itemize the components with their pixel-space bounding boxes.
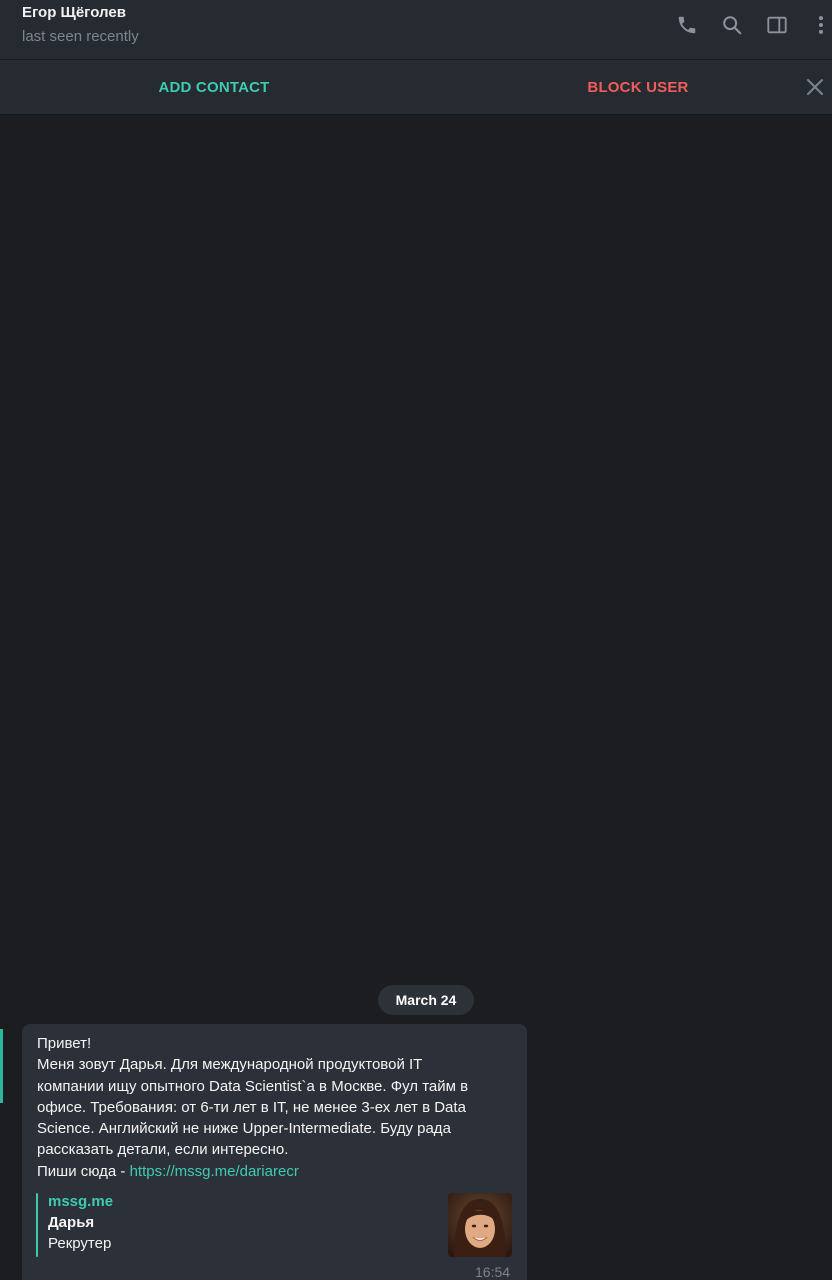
link-preview-description: Рекрутер xyxy=(48,1235,112,1252)
block-user-button[interactable]: BLOCK USER xyxy=(428,60,832,114)
peer-status: last seen recently xyxy=(22,28,139,45)
message-bubble[interactable]: Привет! Меня зовут Дарья. Для международ… xyxy=(22,1024,527,1280)
link-preview-accent-bar xyxy=(36,1193,38,1257)
message-highlight-bar xyxy=(0,1029,3,1103)
link-preview-avatar[interactable] xyxy=(448,1193,512,1257)
add-contact-button[interactable]: ADD CONTACT xyxy=(0,60,428,114)
link-preview[interactable]: mssg.me Дарья Рекрутер xyxy=(36,1193,512,1257)
phone-icon[interactable] xyxy=(674,12,700,38)
peer-action-bar: ADD CONTACT BLOCK USER xyxy=(0,60,832,115)
date-separator: March 24 xyxy=(378,985,474,1015)
message-body: Меня зовут Дарья. Для международной прод… xyxy=(37,1056,469,1159)
close-icon[interactable] xyxy=(802,74,828,100)
telegram-chat-window: Егор Щёголев last seen recently ADD CONT… xyxy=(0,0,832,1280)
chat-header: Егор Щёголев last seen recently xyxy=(0,0,832,60)
peer-name[interactable]: Егор Щёголев xyxy=(22,4,126,21)
message-link[interactable]: https://mssg.me/dariarecr xyxy=(130,1163,299,1180)
message-text: Привет! Меня зовут Дарья. Для международ… xyxy=(37,1033,517,1182)
search-icon[interactable] xyxy=(719,12,745,38)
message-time: 16:54 xyxy=(475,1264,511,1280)
more-vertical-icon[interactable] xyxy=(808,12,832,38)
message-greeting: Привет! xyxy=(37,1035,92,1052)
link-preview-title: Дарья xyxy=(48,1214,95,1231)
link-preview-site: mssg.me xyxy=(48,1193,114,1210)
message-write-here: Пиши сюда - xyxy=(37,1162,130,1180)
sidebar-toggle-icon[interactable] xyxy=(764,12,790,38)
